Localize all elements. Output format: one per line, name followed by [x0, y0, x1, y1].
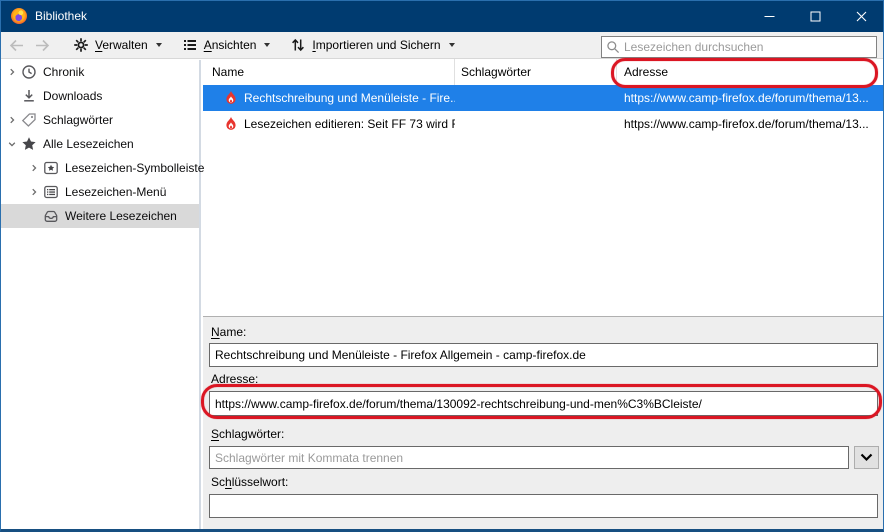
column-header-name[interactable]: Name [203, 59, 455, 85]
flame-favicon-icon [226, 90, 236, 104]
sidebar-item-alle-lesezeichen[interactable]: Alle Lesezeichen [1, 132, 199, 156]
bookmarks-table: Name Schlagwörter Adresse Rechtschreibun… [203, 59, 883, 316]
search-box [601, 36, 877, 58]
other-bookmarks-icon [43, 208, 59, 224]
sidebar-item-chronik[interactable]: Chronik [1, 60, 199, 84]
importieren-label: Importieren und Sichern [312, 38, 441, 52]
sidebar-item-label: Downloads [43, 89, 103, 103]
bookmark-url: https://www.camp-firefox.de/forum/thema/… [624, 91, 869, 105]
library-window: Bibliothek Verwalten Ansichten Importier… [0, 0, 884, 532]
chevron-down-icon [860, 453, 873, 462]
sidebar-item-label: Alle Lesezeichen [43, 137, 134, 151]
ansichten-label: Ansichten [203, 38, 257, 52]
titlebar: Bibliothek [0, 0, 884, 32]
bookmark-tags [455, 85, 617, 111]
adresse-field-label: Adresse: [211, 372, 259, 386]
window-controls [746, 0, 884, 32]
adresse-field[interactable] [209, 391, 878, 416]
sidebar-item-label: Schlagwörter [43, 113, 114, 127]
chevron-right-icon[interactable] [27, 187, 41, 197]
maximize-button[interactable] [792, 0, 838, 32]
back-button[interactable] [5, 33, 27, 57]
column-header-schlagwoerter[interactable]: Schlagwörter [455, 59, 617, 85]
schluesselwort-field-label: Schlüsselwort: [211, 475, 289, 489]
search-icon [607, 41, 620, 54]
table-header: Name Schlagwörter Adresse [203, 59, 883, 85]
chevron-down-icon [448, 43, 455, 47]
search-input[interactable] [620, 39, 872, 55]
maximize-icon [810, 11, 820, 21]
window-title: Bibliothek [35, 9, 88, 23]
bookmark-name: Rechtschreibung und Menüleiste - Fire... [244, 91, 455, 105]
minimize-button[interactable] [746, 0, 792, 32]
import-export-icon [292, 38, 305, 52]
table-row[interactable]: Rechtschreibung und Menüleiste - Fire...… [203, 85, 883, 111]
name-field[interactable] [209, 343, 878, 367]
schlagwoerter-dropdown-button[interactable] [854, 446, 879, 469]
chevron-down-icon[interactable] [5, 139, 19, 149]
close-button[interactable] [838, 0, 884, 32]
forward-icon [35, 39, 49, 51]
table-row[interactable]: Lesezeichen editieren: Seit FF 73 wird F… [203, 111, 883, 137]
chevron-right-icon[interactable] [5, 115, 19, 125]
sidebar: Chronik Downloads Schlagwörter Alle Lese… [1, 60, 204, 529]
back-icon [9, 39, 23, 51]
clock-icon [21, 64, 37, 80]
forward-button[interactable] [31, 33, 53, 57]
verwalten-label: Verwalten [95, 38, 148, 52]
sidebar-item-weitere-lesezeichen[interactable]: Weitere Lesezeichen [1, 204, 199, 228]
bookmark-name: Lesezeichen editieren: Seit FF 73 wird F… [244, 117, 455, 131]
list-icon [183, 40, 196, 50]
sidebar-item-lesezeichen-symbolleiste[interactable]: Lesezeichen-Symbolleiste [1, 156, 204, 180]
bookmark-details-pane: Name: Adresse: Schlagwörter: Schlüsselwo… [203, 316, 883, 529]
gear-icon [74, 38, 88, 52]
importieren-und-sichern-menu-button[interactable]: Importieren und Sichern [284, 34, 460, 56]
bookmark-url: https://www.camp-firefox.de/forum/thema/… [624, 117, 869, 131]
sidebar-item-downloads[interactable]: Downloads [1, 84, 199, 108]
toolbar: Verwalten Ansichten Importieren und Sich… [1, 32, 883, 59]
column-header-adresse[interactable]: Adresse [617, 59, 883, 85]
firefox-logo-icon [11, 8, 27, 24]
sidebar-item-label: Lesezeichen-Symbolleiste [65, 161, 205, 175]
chevron-down-icon [264, 43, 271, 47]
sidebar-item-schlagwoerter[interactable]: Schlagwörter [1, 108, 199, 132]
tag-icon [21, 112, 37, 128]
bookmark-menu-icon [43, 184, 59, 200]
verwalten-menu-button[interactable]: Verwalten [67, 34, 168, 56]
schluesselwort-field[interactable] [209, 494, 878, 518]
sidebar-item-lesezeichen-menue[interactable]: Lesezeichen-Menü [1, 180, 199, 204]
sidebar-item-label: Chronik [43, 65, 85, 79]
chevron-right-icon[interactable] [5, 67, 19, 77]
schlagwoerter-field[interactable] [209, 446, 849, 469]
chevron-down-icon [155, 43, 162, 47]
close-icon [856, 11, 866, 21]
sidebar-item-label: Weitere Lesezeichen [65, 209, 177, 223]
bookmark-toolbar-icon [43, 160, 59, 176]
flame-favicon-icon [226, 116, 236, 130]
minimize-icon [764, 15, 774, 17]
star-icon [21, 136, 37, 152]
download-icon [21, 88, 37, 104]
chevron-right-icon[interactable] [27, 163, 41, 173]
toolbar-menus: Verwalten Ansichten Importieren und Sich… [67, 34, 461, 56]
name-field-label: Name: [211, 325, 247, 339]
bookmark-tags [455, 111, 617, 137]
schlagwoerter-field-label: Schlagwörter: [211, 427, 285, 441]
ansichten-menu-button[interactable]: Ansichten [176, 34, 277, 56]
sidebar-item-label: Lesezeichen-Menü [65, 185, 167, 199]
